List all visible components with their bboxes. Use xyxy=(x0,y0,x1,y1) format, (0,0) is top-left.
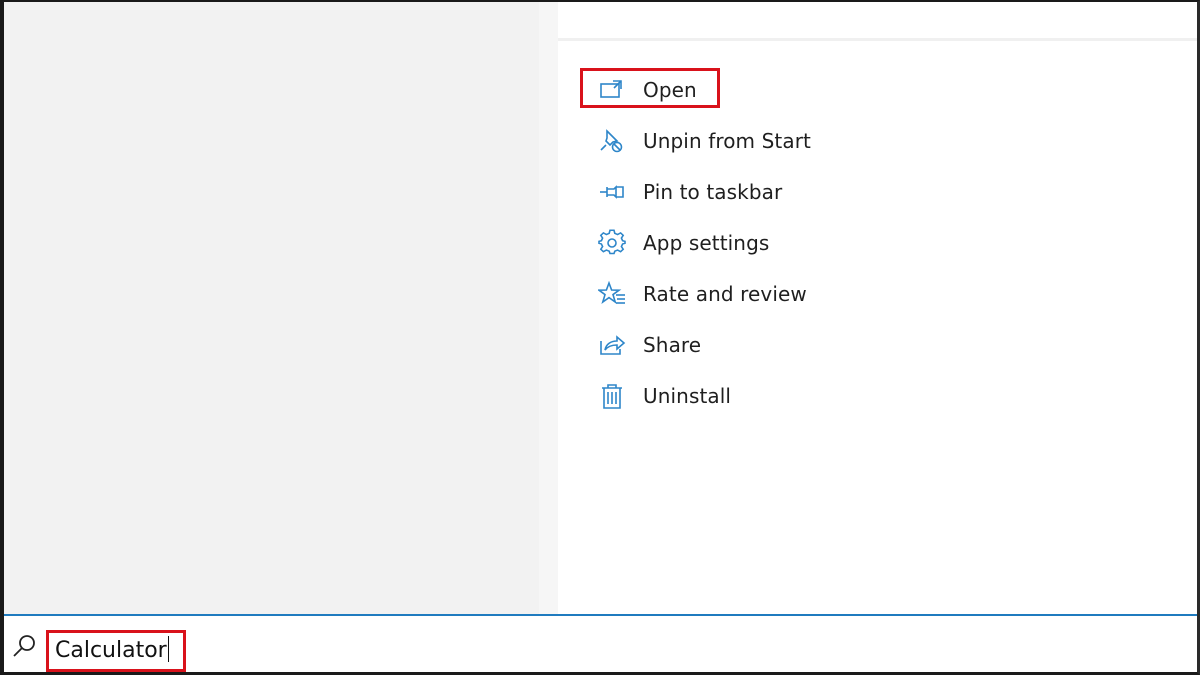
trash-icon xyxy=(596,380,628,412)
menu-item-share[interactable]: Share xyxy=(592,319,811,370)
open-window-icon xyxy=(596,74,628,106)
search-input-text: Calculator xyxy=(55,638,167,663)
menu-item-unpin-from-start[interactable]: Unpin from Start xyxy=(592,115,811,166)
menu-item-app-settings[interactable]: App settings xyxy=(592,217,811,268)
search-bar: Calculator xyxy=(4,614,1197,672)
text-caret xyxy=(167,636,169,662)
menu-item-label: Open xyxy=(643,77,697,102)
menu-item-label: Unpin from Start xyxy=(643,128,811,153)
menu-item-uninstall[interactable]: Uninstall xyxy=(592,370,811,421)
menu-item-label: Rate and review xyxy=(643,281,807,306)
menu-item-label: App settings xyxy=(643,230,770,255)
menu-item-label: Share xyxy=(643,332,702,357)
header-divider xyxy=(558,38,1197,41)
search-input-highlight[interactable]: Calculator xyxy=(46,630,186,672)
app-actions-menu: Open Unpin from Start Pin to taskbar App… xyxy=(580,64,811,421)
pane-divider xyxy=(539,2,558,614)
start-search-window: Open Unpin from Start Pin to taskbar App… xyxy=(0,0,1200,675)
app-details-pane: Open Unpin from Start Pin to taskbar App… xyxy=(558,2,1197,614)
gear-icon xyxy=(596,227,628,259)
search-results-pane xyxy=(4,2,539,614)
star-list-icon xyxy=(596,278,628,310)
menu-item-label: Uninstall xyxy=(643,383,732,408)
pin-icon xyxy=(596,176,628,208)
unpin-icon xyxy=(596,125,628,157)
menu-item-label: Pin to taskbar xyxy=(643,179,783,204)
menu-item-pin-to-taskbar[interactable]: Pin to taskbar xyxy=(592,166,811,217)
menu-item-open[interactable]: Open xyxy=(580,64,811,115)
menu-item-rate-and-review[interactable]: Rate and review xyxy=(592,268,811,319)
search-icon[interactable] xyxy=(10,632,38,660)
share-icon xyxy=(596,329,628,361)
search-input[interactable]: Calculator xyxy=(55,635,169,667)
